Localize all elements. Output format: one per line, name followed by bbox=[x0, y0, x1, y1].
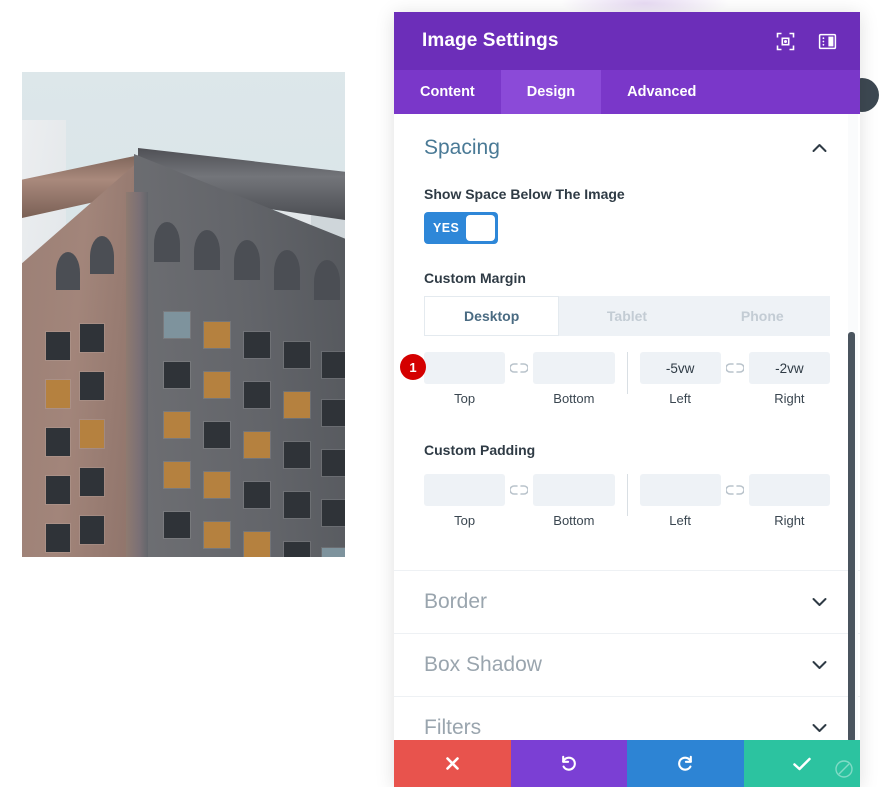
corner-pier bbox=[126, 192, 148, 557]
expand-icon[interactable] bbox=[772, 28, 798, 54]
margin-right-caption: Right bbox=[774, 391, 805, 406]
margin-divider bbox=[626, 352, 628, 394]
custom-margin-label: Custom Margin bbox=[424, 270, 526, 286]
padding-divider bbox=[626, 474, 628, 516]
margin-right-field: Right bbox=[748, 352, 830, 406]
margin-left-input[interactable] bbox=[639, 352, 721, 384]
redo-icon bbox=[676, 754, 695, 773]
tab-advanced[interactable]: Advanced bbox=[601, 70, 722, 114]
padding-right-caption: Right bbox=[774, 513, 805, 528]
scrollbar-track[interactable] bbox=[848, 114, 858, 740]
margin-bottom-input[interactable] bbox=[533, 352, 615, 384]
tab-content[interactable]: Content bbox=[394, 70, 501, 114]
modal-header: Image Settings bbox=[394, 12, 860, 70]
chevron-down-icon[interactable] bbox=[808, 654, 830, 676]
modal-tabbar: Content Design Advanced bbox=[394, 70, 860, 114]
custom-margin-row: 1 Top Bottom -5vw Left -2vw Right bbox=[400, 352, 830, 416]
checkmark-icon bbox=[792, 756, 812, 772]
save-button[interactable] bbox=[743, 740, 860, 787]
margin-left-field: Left bbox=[639, 352, 721, 406]
margin-left-caption: Left bbox=[669, 391, 691, 406]
show-space-below-label: Show Space Below The Image bbox=[424, 186, 625, 202]
status-badge: 1 bbox=[400, 354, 426, 380]
section-spacing-title: Spacing bbox=[424, 136, 500, 159]
padding-top-caption: Top bbox=[454, 513, 476, 528]
padding-top-field: Top bbox=[424, 474, 506, 528]
padding-left-field: Left bbox=[639, 474, 721, 528]
undo-button[interactable] bbox=[510, 740, 627, 787]
dock-layout-icon[interactable] bbox=[814, 28, 840, 54]
padding-vertical-pair: Top Bottom bbox=[424, 474, 615, 528]
device-tab-phone[interactable]: Phone bbox=[694, 296, 830, 336]
section-box-shadow-title: Box Shadow bbox=[424, 653, 542, 676]
section-box-shadow[interactable]: Box Shadow bbox=[394, 633, 860, 696]
margin-top-input[interactable] bbox=[424, 352, 506, 384]
section-filters[interactable]: Filters bbox=[394, 696, 860, 740]
builder-screen: Image Settings Content Design Advanced S… bbox=[0, 0, 880, 787]
margin-device-tabs: Desktop Tablet Phone bbox=[424, 296, 830, 336]
show-space-below-toggle[interactable]: YES bbox=[424, 212, 498, 244]
broken-link-icon[interactable] bbox=[721, 474, 749, 506]
margin-horizontal-pair: Left Right bbox=[639, 352, 830, 406]
margin-right-input[interactable] bbox=[748, 352, 830, 384]
modal-header-actions bbox=[772, 28, 840, 54]
custom-padding-label: Custom Padding bbox=[424, 442, 536, 458]
modal-body: Spacing Show Space Below The Image YES C… bbox=[394, 114, 860, 740]
section-spacing-header[interactable]: Spacing bbox=[424, 136, 830, 160]
resize-handle-icon bbox=[834, 759, 856, 781]
margin-top-caption: Top bbox=[454, 391, 476, 406]
margin-vertical-pair: Top Bottom bbox=[424, 352, 615, 406]
toggle-knob bbox=[466, 215, 495, 241]
padding-top-input[interactable] bbox=[424, 474, 506, 506]
padding-right-input[interactable] bbox=[748, 474, 830, 506]
padding-horizontal-pair: Left Right bbox=[639, 474, 830, 528]
image-module[interactable] bbox=[22, 72, 345, 557]
chevron-down-icon[interactable] bbox=[808, 591, 830, 613]
margin-top-field: Top bbox=[424, 352, 506, 406]
padding-bottom-field: Bottom bbox=[533, 474, 615, 528]
chevron-up-icon[interactable] bbox=[808, 137, 830, 159]
facade-left bbox=[22, 160, 140, 557]
padding-left-input[interactable] bbox=[639, 474, 721, 506]
padding-left-caption: Left bbox=[669, 513, 691, 528]
tab-design[interactable]: Design bbox=[500, 70, 602, 114]
close-icon bbox=[444, 755, 461, 772]
broken-link-icon[interactable] bbox=[721, 352, 749, 384]
section-filters-title: Filters bbox=[424, 716, 482, 739]
redo-button[interactable] bbox=[627, 740, 744, 787]
building-photo bbox=[22, 72, 345, 557]
device-tab-desktop[interactable]: Desktop bbox=[424, 296, 560, 336]
section-border-title: Border bbox=[424, 590, 488, 613]
cancel-button[interactable] bbox=[394, 740, 511, 787]
toggle-value-label: YES bbox=[433, 221, 460, 235]
custom-padding-row: Top Bottom Left Right bbox=[424, 474, 830, 538]
device-tab-tablet[interactable]: Tablet bbox=[559, 296, 695, 336]
section-spacing: Spacing Show Space Below The Image YES C… bbox=[394, 114, 860, 570]
page-title: Image Settings bbox=[422, 30, 559, 51]
padding-bottom-caption: Bottom bbox=[553, 513, 595, 528]
undo-icon bbox=[559, 754, 578, 773]
broken-link-icon[interactable] bbox=[505, 474, 533, 506]
scrollbar-thumb[interactable] bbox=[848, 332, 855, 740]
padding-bottom-input[interactable] bbox=[533, 474, 615, 506]
modal-footer bbox=[394, 740, 860, 787]
broken-link-icon[interactable] bbox=[505, 352, 533, 384]
padding-right-field: Right bbox=[748, 474, 830, 528]
margin-bottom-field: Bottom bbox=[533, 352, 615, 406]
image-settings-modal: Image Settings Content Design Advanced S… bbox=[394, 12, 860, 787]
margin-bottom-caption: Bottom bbox=[553, 391, 595, 406]
page-canvas bbox=[0, 0, 394, 787]
section-border[interactable]: Border bbox=[394, 570, 860, 633]
chevron-down-icon[interactable] bbox=[808, 717, 830, 739]
main-building bbox=[22, 100, 345, 557]
